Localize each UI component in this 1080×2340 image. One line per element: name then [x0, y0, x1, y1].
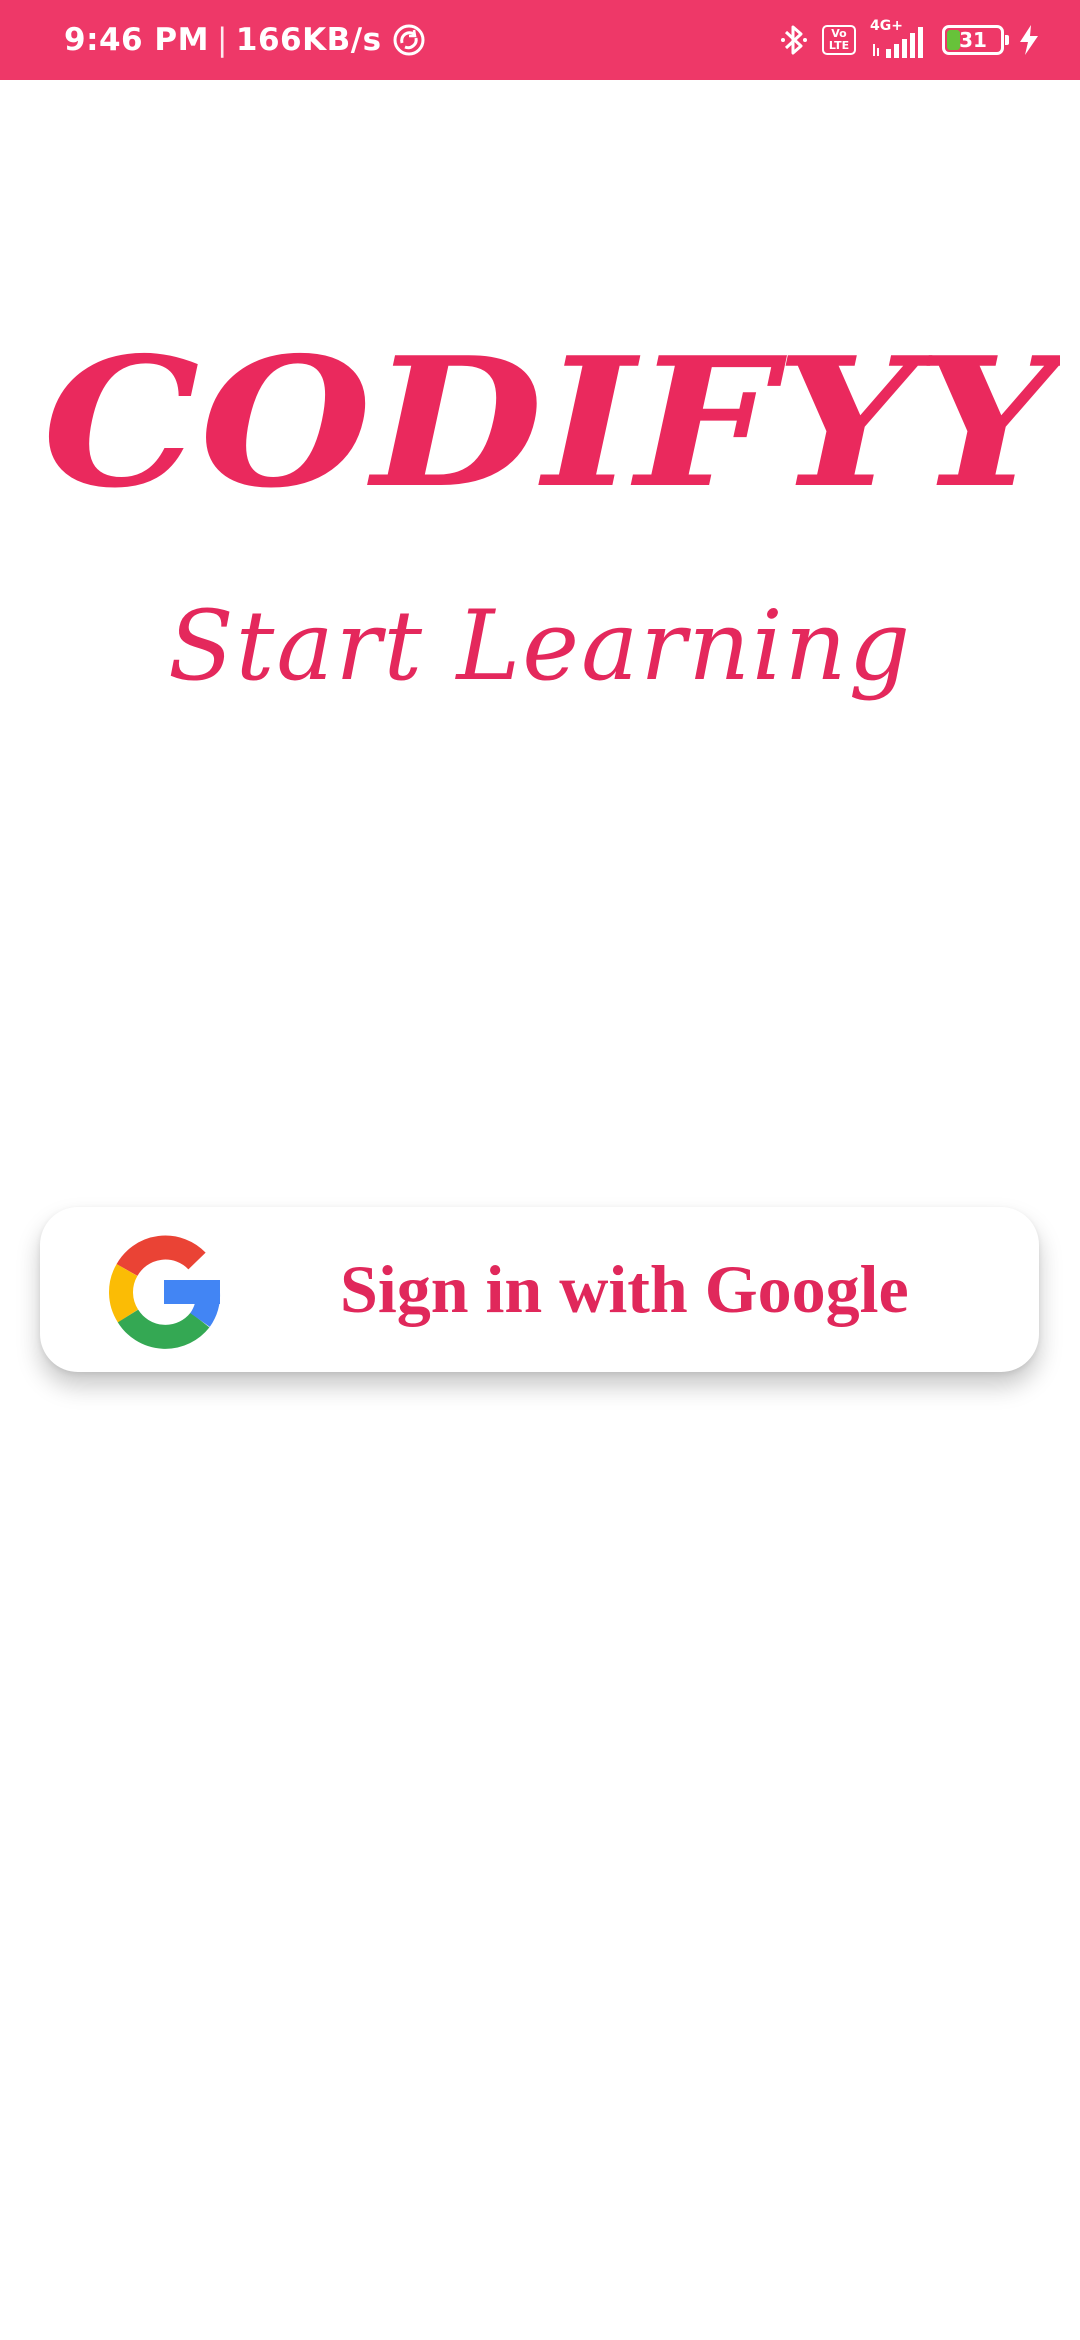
google-logo-icon	[109, 1235, 221, 1349]
signal-bars-icon	[873, 27, 923, 58]
battery-icon: 31	[942, 25, 1009, 55]
sign-in-label: Sign in with Google	[340, 1251, 909, 1327]
app-logo-text: CODIFYY	[43, 325, 1061, 510]
status-bar: 9:46 PM | 166KB/s Vo LTE 4G+ 31	[0, 0, 1080, 80]
status-right: Vo LTE 4G+ 31	[780, 18, 1040, 60]
network-speed: 166KB/s	[235, 22, 382, 58]
charging-icon	[1020, 25, 1038, 55]
app-logo: CODIFYY	[43, 325, 1061, 510]
status-separator: |	[216, 22, 228, 58]
bluetooth-icon	[781, 25, 807, 55]
volte-bottom-label: LTE	[828, 39, 850, 52]
status-time: 9:46 PM	[64, 22, 209, 58]
login-screen: 9:46 PM | 166KB/s Vo LTE 4G+ 31 CODIFYY …	[0, 0, 1080, 2340]
status-left: 9:46 PM | 166KB/s	[64, 22, 426, 58]
sign-in-with-google-button[interactable]: Sign in with Google	[40, 1207, 1039, 1372]
volte-icon: Vo LTE	[822, 25, 856, 55]
battery-level: 31	[959, 28, 987, 52]
tagline: Start Learning	[167, 590, 913, 702]
sync-icon	[393, 24, 425, 56]
signal-icon: 4G+	[870, 18, 928, 60]
